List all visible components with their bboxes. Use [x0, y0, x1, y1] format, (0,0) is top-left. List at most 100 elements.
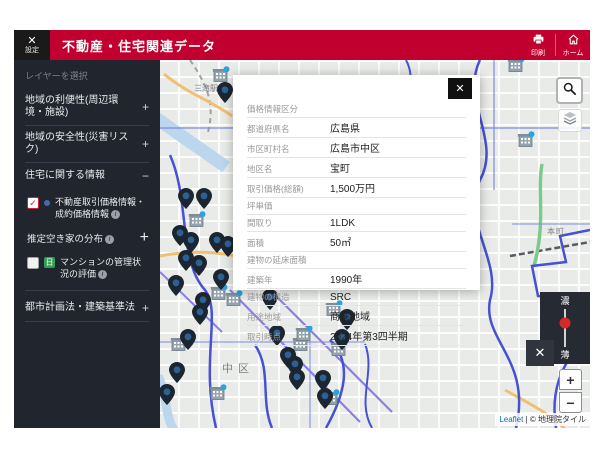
layer-label: 不動産取引価格情報・成約価格情報i	[55, 196, 149, 220]
field-label: 建物の延床面積	[247, 254, 330, 266]
sidebar-item-city-planning[interactable]: 都市計画法・建築基準法 +	[25, 295, 149, 322]
gsi-tiles-credit[interactable]: © 地理院タイル	[530, 415, 586, 424]
field-label: 建物の構造	[247, 291, 330, 303]
info-icon[interactable]: i	[98, 270, 107, 279]
sidebar-item-safety[interactable]: 地域の安全性(災害リスク) +	[25, 126, 149, 163]
printer-icon	[532, 33, 545, 49]
checkbox-checked[interactable]: ✓	[27, 197, 39, 209]
opacity-panel-close-button[interactable]: ✕	[526, 340, 554, 366]
section-label: 住宅に関する情報	[25, 170, 105, 182]
field-label: 建築年	[247, 274, 330, 286]
opacity-slider-handle[interactable]	[560, 318, 571, 329]
layer-select-label: レイヤーを選択	[25, 69, 149, 82]
app-window: ✕ 設定 不動産・住宅関連データ 印刷 ホーム	[14, 30, 590, 428]
field-label: 面積	[247, 237, 330, 249]
property-pin[interactable]	[289, 369, 305, 390]
layer-label: マンションの管理状況の評価i	[60, 256, 149, 280]
title-bar: 不動産・住宅関連データ 印刷 ホーム	[50, 30, 590, 60]
home-button[interactable]: ホーム	[556, 30, 590, 60]
property-pin[interactable]	[192, 304, 208, 325]
building-marker[interactable]	[516, 131, 535, 147]
housing-children: ✓ 不動産取引価格情報・成約価格情報i 推定空き家の分布i + 日 マンションの…	[25, 189, 149, 291]
property-pin[interactable]	[168, 275, 184, 296]
section-label: 地域の安全性(災害リスク)	[25, 132, 138, 156]
checkbox-unchecked[interactable]	[27, 257, 39, 269]
map-attribution: Leaflet | © 地理院タイル	[495, 413, 590, 426]
field-label: 市区町村名	[247, 143, 330, 155]
zoom-in-button[interactable]: +	[559, 369, 582, 390]
info-icon[interactable]: i	[111, 210, 120, 219]
layer-sidebar: レイヤーを選択 地域の利便性(周辺環境・施設) + 地域の安全性(災害リスク) …	[14, 60, 160, 428]
home-icon	[567, 33, 580, 49]
modal-close-button[interactable]: ✕	[448, 78, 472, 99]
price-point-icon	[44, 200, 50, 206]
property-pin[interactable]	[180, 329, 196, 350]
settings-close-button[interactable]: ✕ 設定	[14, 30, 50, 60]
modal-rows: 価格情報区分都道府県名広島県市区町村名広島市中区地区名宝町取引価格(総額)1,5…	[247, 101, 466, 346]
property-pin[interactable]	[317, 388, 333, 409]
field-label: 坪単価	[247, 200, 330, 212]
property-pin[interactable]	[169, 362, 185, 383]
close-icon: ✕	[27, 36, 36, 47]
zoom-out-button[interactable]: −	[559, 392, 582, 413]
property-pin[interactable]	[191, 255, 207, 276]
opacity-light-label: 薄	[560, 350, 569, 360]
leaflet-link[interactable]: Leaflet	[499, 415, 523, 424]
sidebar-item-housing[interactable]: 住宅に関する情報 −	[25, 163, 149, 189]
map-place-label: 中区	[222, 360, 254, 376]
apartment-layer-icon: 日	[44, 257, 55, 268]
search-icon	[562, 81, 577, 101]
field-label: 価格情報区分	[247, 103, 330, 115]
property-pin[interactable]	[178, 188, 194, 209]
info-icon[interactable]: i	[105, 235, 114, 244]
field-value: 宝町	[330, 160, 350, 175]
layers-icon	[562, 111, 578, 130]
field-value: 2024年第3四半期	[330, 328, 408, 343]
opacity-slider-track[interactable]	[564, 309, 566, 347]
print-button[interactable]: 印刷	[521, 30, 555, 60]
map-layers-button[interactable]	[558, 109, 582, 132]
field-label: 間取り	[247, 217, 330, 229]
modal-row: 建築年1990年	[247, 269, 466, 289]
home-label: ホーム	[563, 49, 584, 58]
group-label: 推定空き家の分布i	[27, 231, 114, 245]
field-value: SRC	[330, 292, 351, 303]
zoom-control: + −	[559, 369, 582, 413]
field-value: 1990年	[330, 271, 362, 286]
modal-row: 建物の構造SRC	[247, 289, 466, 306]
modal-row: 用途地域商業地域	[247, 306, 466, 326]
property-pin[interactable]	[217, 82, 233, 103]
expand-icon: +	[140, 229, 149, 247]
map-canvas[interactable]: 三滝駅中区本町 ✕ 価格情報区分都道府県名広島県市区町村名広島市中区地区名宝町取…	[160, 60, 590, 428]
building-marker[interactable]	[211, 66, 230, 82]
property-pin[interactable]	[196, 188, 212, 209]
layer-vacant-houses[interactable]: 推定空き家の分布i +	[27, 224, 149, 252]
expand-icon: +	[138, 137, 149, 151]
building-marker[interactable]	[208, 384, 227, 400]
section-label: 地域の利便性(周辺環境・施設)	[25, 95, 138, 119]
property-pin[interactable]	[213, 269, 229, 290]
modal-row: 面積50㎡	[247, 232, 466, 252]
modal-row: 間取り1LDK	[247, 215, 466, 232]
building-marker[interactable]	[187, 211, 206, 227]
field-value: 50㎡	[330, 234, 351, 249]
building-marker[interactable]	[224, 290, 243, 306]
sidebar-item-convenience[interactable]: 地域の利便性(周辺環境・施設) +	[25, 89, 149, 126]
field-label: 取引時点	[247, 331, 330, 343]
collapse-icon: −	[138, 169, 149, 183]
layer-condo-management[interactable]: 日 マンションの管理状況の評価i	[27, 252, 149, 284]
modal-row: 取引時点2024年第3四半期	[247, 326, 466, 346]
map-place-label: 本町	[547, 226, 565, 237]
field-label: 都道府県名	[247, 123, 330, 135]
opacity-dark-label: 濃	[560, 296, 569, 306]
modal-row: 市区町村名広島市中区	[247, 138, 466, 158]
field-value: 商業地域	[330, 308, 370, 323]
building-marker[interactable]	[506, 60, 525, 72]
field-value: 1,500万円	[330, 180, 375, 195]
map-search-button[interactable]	[556, 77, 583, 104]
expand-icon: +	[138, 100, 149, 114]
property-pin[interactable]	[160, 384, 175, 405]
modal-row: 地区名宝町	[247, 158, 466, 178]
field-value: 1LDK	[330, 218, 355, 229]
layer-transaction-prices[interactable]: ✓ 不動産取引価格情報・成約価格情報i	[27, 192, 149, 224]
